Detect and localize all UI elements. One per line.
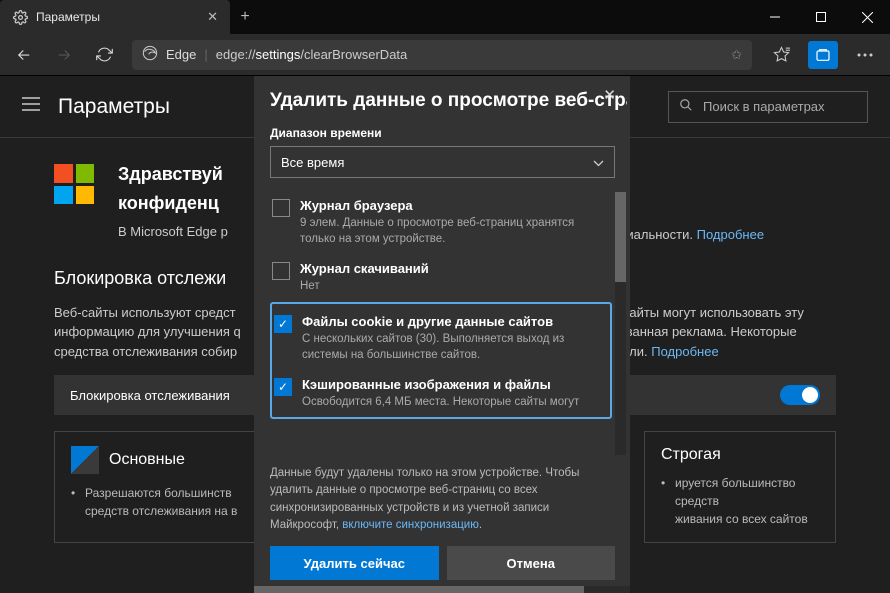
clear-now-button[interactable]: Удалить сейчас [270, 546, 439, 580]
browser-tab[interactable]: Параметры ✕ [0, 0, 230, 34]
chevron-down-icon [593, 155, 604, 170]
basic-card-icon [71, 446, 99, 474]
tracking-toggle-label: Блокировка отслеживания [70, 388, 230, 403]
window-controls [752, 0, 890, 34]
tracking-section-desc-left: Веб-сайты используют средст информацию д… [54, 303, 264, 362]
card-strict-title: Строгая [661, 446, 721, 464]
tab-title: Параметры [36, 10, 100, 24]
tracking-card-basic[interactable]: Основные Разрешаются большинств средств … [54, 431, 264, 543]
maximize-button[interactable] [798, 0, 844, 34]
collections-icon[interactable] [808, 41, 838, 69]
option-desc: Нет [300, 278, 429, 294]
highlighted-options-group: ✓ Файлы cookie и другие данные сайтов С н… [270, 302, 612, 418]
h-scrollbar-thumb[interactable] [254, 586, 584, 593]
option-desc: С нескольких сайтов (30). Выполняется вы… [302, 331, 596, 363]
option-cookies: ✓ Файлы cookie и другие данные сайтов С н… [272, 308, 610, 371]
gear-icon [12, 9, 28, 25]
card-basic-title: Основные [109, 451, 185, 469]
settings-search-input[interactable]: Поиск в параметрах [668, 91, 868, 123]
hamburger-icon[interactable] [22, 97, 40, 116]
checkbox-download-history[interactable] [272, 262, 290, 280]
option-title: Кэшированные изображения и файлы [302, 377, 579, 392]
enable-sync-link[interactable]: включите синхронизацию [342, 519, 479, 531]
favorites-icon[interactable] [762, 37, 800, 73]
minimize-button[interactable] [752, 0, 798, 34]
learn-more-link-2[interactable]: Подробнее [651, 344, 718, 359]
option-cached: ✓ Кэшированные изображения и файлы Освобо… [272, 371, 610, 412]
microsoft-logo-icon [54, 164, 94, 204]
modal-footer-note: Данные будут удалены только на этом устр… [270, 455, 627, 546]
modal-horizontal-scrollbar[interactable] [254, 586, 630, 593]
edge-label: Edge [166, 47, 196, 62]
option-desc: 9 элем. Данные о просмотре веб-страниц х… [300, 215, 612, 247]
option-desc: Освободится 6,4 МБ места. Некоторые сайт… [302, 394, 579, 410]
scrollbar-thumb[interactable] [615, 192, 626, 282]
close-window-button[interactable] [844, 0, 890, 34]
option-title: Журнал скачиваний [300, 261, 429, 276]
forward-button[interactable] [46, 37, 82, 73]
option-browsing-history: Журнал браузера 9 элем. Данные о просмотр… [270, 192, 626, 255]
tracking-section-desc-right: еб-сайты могут использовать эту ированна… [604, 303, 804, 362]
search-placeholder: Поиск в параметрах [703, 99, 825, 114]
back-button[interactable] [6, 37, 42, 73]
checkbox-cookies[interactable]: ✓ [274, 315, 292, 333]
options-scrollbar[interactable] [615, 192, 626, 455]
tracking-toggle[interactable] [780, 385, 820, 405]
url-text: edge://settings/clearBrowserData [216, 47, 408, 62]
option-download-history: Журнал скачиваний Нет [270, 255, 626, 302]
time-range-value: Все время [281, 155, 344, 170]
new-tab-button[interactable]: + [230, 8, 260, 26]
option-title: Файлы cookie и другие данные сайтов [302, 314, 596, 329]
greeting-subtitle: В Microsoft Edge р [118, 224, 228, 239]
page-title: Параметры [58, 95, 170, 119]
card-basic-bullet: Разрешаются большинств средств отслежива… [71, 484, 247, 520]
modal-buttons: Удалить сейчас Отмена [270, 546, 627, 584]
clear-data-modal: ✕ Удалить данные о просмотре веб-стра Ди… [254, 76, 630, 592]
addrbar-separator: | [204, 47, 207, 62]
learn-more-link-1[interactable]: Подробнее [697, 227, 764, 242]
cancel-button[interactable]: Отмена [447, 546, 616, 580]
card-strict-bullet: ируется большинство средств живания со в… [661, 474, 819, 528]
greeting-line-2: конфиденц [118, 189, 228, 218]
window-titlebar: Параметры ✕ + [0, 0, 890, 34]
search-icon [679, 98, 693, 115]
time-range-select[interactable]: Все время [270, 146, 615, 178]
checkbox-browsing-history[interactable] [272, 199, 290, 217]
tab-close-icon[interactable]: ✕ [207, 9, 218, 25]
greeting-line-1: Здравствуй [118, 160, 228, 189]
option-title: Журнал браузера [300, 198, 612, 213]
favorite-icon[interactable]: ✩ [731, 47, 742, 63]
time-range-label: Диапазон времени [270, 126, 627, 140]
menu-icon[interactable] [846, 37, 884, 73]
checkbox-cached[interactable]: ✓ [274, 378, 292, 396]
tracking-card-strict[interactable]: Строгая ируется большинство средств жива… [644, 431, 836, 543]
modal-close-button[interactable]: ✕ [597, 80, 622, 110]
clear-data-options: Журнал браузера 9 элем. Данные о просмотр… [270, 192, 626, 455]
address-bar[interactable]: Edge | edge://settings/clearBrowserData … [132, 40, 752, 70]
address-bar-row: Edge | edge://settings/clearBrowserData … [0, 34, 890, 76]
refresh-button[interactable] [86, 37, 122, 73]
edge-icon [142, 45, 158, 64]
modal-title: Удалить данные о просмотре веб-стра [270, 90, 627, 112]
